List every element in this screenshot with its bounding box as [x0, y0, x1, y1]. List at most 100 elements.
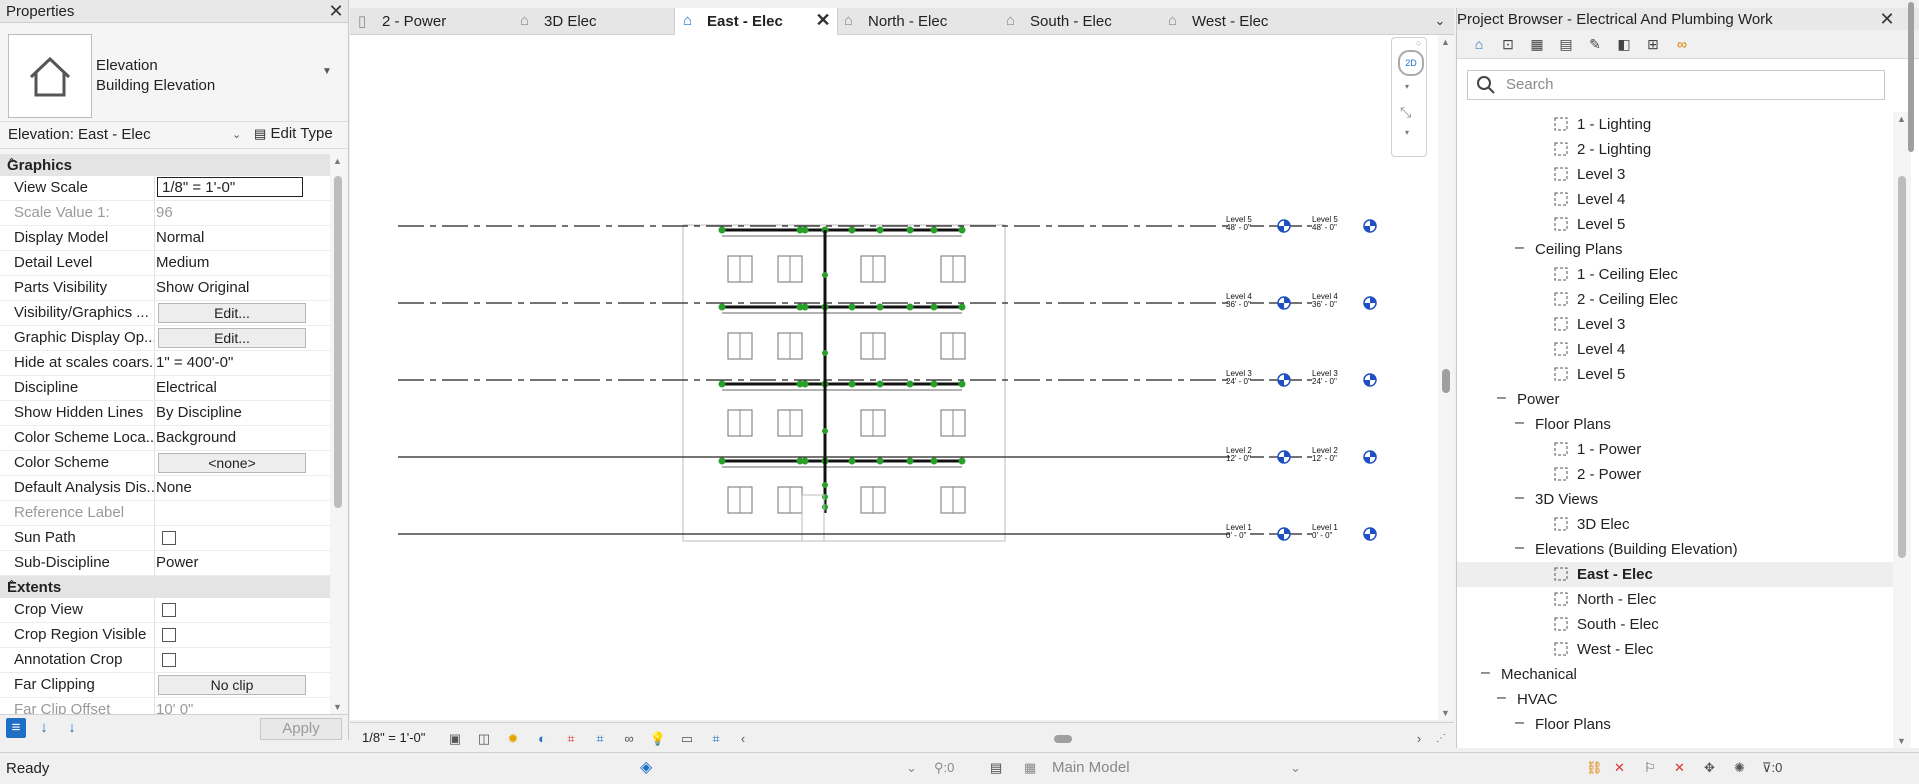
property-button[interactable]: Edit... [158, 328, 306, 348]
collapse-icon[interactable]: – [1515, 714, 1524, 732]
sort-descending-icon[interactable]: ↓ [62, 718, 82, 738]
steering-wheel-icon[interactable]: 2D [1398, 50, 1424, 76]
property-checkbox[interactable] [162, 603, 176, 617]
type-selector-thumbnail[interactable] [8, 34, 92, 118]
collapse-icon[interactable]: – [1497, 389, 1506, 407]
collapse-icon[interactable]: ⌃ [7, 578, 322, 591]
browser-item[interactable]: – HVAC [1457, 687, 1893, 712]
browser-item[interactable]: – Power [1457, 387, 1893, 412]
browser-item[interactable]: – Floor Plans [1457, 712, 1893, 737]
property-button[interactable]: <none> [158, 453, 306, 473]
browser-item[interactable]: 3D Elec [1457, 512, 1893, 537]
property-checkbox[interactable] [162, 531, 176, 545]
browser-item[interactable]: 1 - Power [1457, 437, 1893, 462]
browser-item[interactable]: West - Elec [1457, 637, 1893, 662]
scroll-up-icon[interactable]: ▲ [333, 156, 342, 166]
property-value[interactable]: Medium [156, 254, 306, 271]
show-crop-region-icon[interactable]: ⌗ [591, 730, 609, 748]
section-header[interactable]: Graphics ⌃ [0, 154, 330, 176]
section-header[interactable]: Extents ⌃ [0, 576, 330, 598]
active-model-label[interactable]: Main Model [1052, 759, 1130, 777]
collapse-icon[interactable]: – [1497, 689, 1506, 707]
scroll-left-icon[interactable]: ‹ [734, 730, 752, 748]
close-icon[interactable]: ○ [1416, 38, 1421, 48]
tab-list-dropdown-icon[interactable]: ⌄ [1432, 13, 1448, 29]
show-analytical-model-icon[interactable]: ⌗ [707, 730, 725, 748]
design-options-icon[interactable]: ◈ [640, 759, 652, 777]
browser-item[interactable]: –3D Views [1457, 487, 1893, 512]
group-icon[interactable]: ◧ [1614, 34, 1634, 54]
browser-item[interactable]: South - Elec [1457, 612, 1893, 637]
browser-item[interactable]: Level 3 [1457, 162, 1893, 187]
canvas-horizontal-scrollbar[interactable] [754, 731, 1424, 747]
browser-item[interactable]: – Floor Plans [1457, 412, 1893, 437]
visual-style-icon[interactable]: ◫ [475, 730, 493, 748]
chevron-down-icon[interactable]: ⌄ [232, 128, 241, 141]
browser-item[interactable]: 1 - Ceiling Elec [1457, 262, 1893, 287]
instance-filter[interactable]: Elevation: East - Elec [8, 126, 151, 143]
chevron-down-icon[interactable]: ⌄ [906, 759, 917, 777]
property-value[interactable]: Electrical [156, 379, 306, 396]
scroll-down-icon[interactable]: ▼ [1897, 736, 1906, 746]
collapse-icon[interactable]: ⌃ [7, 156, 322, 169]
close-icon[interactable]: ✕ [815, 11, 831, 29]
canvas-vertical-scrollbar[interactable]: ▲ ▼ [1438, 35, 1454, 720]
tab-east-elec[interactable]: ⌂ East - Elec ✕ [674, 8, 838, 35]
design-option-icon[interactable]: ▦ [1024, 759, 1036, 777]
chevron-down-icon[interactable]: ▾ [1405, 82, 1409, 91]
home-icon[interactable]: ⌂ [1469, 34, 1489, 54]
browser-item[interactable]: 2 - Lighting [1457, 137, 1893, 162]
temporary-hide-icon[interactable]: ∞ [620, 730, 638, 748]
property-value[interactable]: None [156, 479, 306, 496]
select-by-face-icon[interactable]: ✕ [1674, 759, 1685, 777]
collapse-icon[interactable]: – [1481, 664, 1490, 682]
property-value[interactable]: Background [156, 429, 306, 446]
view-icon[interactable]: ⊡ [1498, 34, 1518, 54]
temporary-properties-icon[interactable]: ▭ [678, 730, 696, 748]
collapse-icon[interactable]: – [1515, 414, 1524, 432]
scroll-right-icon[interactable]: › [1410, 730, 1428, 748]
crop-view-icon[interactable]: ⌗ [562, 730, 580, 748]
tab-south-elec[interactable]: ⌂ South - Elec [998, 8, 1160, 34]
browser-search-input[interactable]: Search [1467, 70, 1885, 100]
browser-item[interactable]: 2 - Power [1457, 462, 1893, 487]
browser-item[interactable]: East - Elec [1457, 562, 1893, 587]
browser-item[interactable]: Level 4 [1457, 187, 1893, 212]
scroll-down-icon[interactable]: ▼ [333, 702, 342, 712]
properties-scrollbar[interactable]: ▲ ▼ [330, 154, 346, 714]
chevron-down-icon[interactable]: ⌄ [1290, 759, 1301, 777]
edit-type-button[interactable]: ▤ Edit Type [254, 125, 333, 145]
resize-grip-icon[interactable]: ⋰ [1432, 730, 1450, 748]
property-value[interactable]: Power [156, 554, 306, 571]
properties-scroll-thumb[interactable] [334, 176, 342, 508]
scroll-down-icon[interactable]: ▼ [1441, 708, 1450, 718]
reveal-hidden-icon[interactable]: 💡 [649, 730, 667, 748]
property-button[interactable]: No clip [158, 675, 306, 695]
type-selector[interactable]: Elevation Building Elevation [96, 56, 215, 96]
sun-path-icon[interactable]: ✹ [504, 730, 522, 748]
browser-item[interactable]: – Elevations (Building Elevation) [1457, 537, 1893, 562]
property-value[interactable]: By Discipline [156, 404, 306, 421]
browser-item[interactable]: – Ceiling Plans [1457, 237, 1893, 262]
close-icon[interactable]: ✕ [328, 2, 344, 20]
property-button[interactable]: Edit... [158, 303, 306, 323]
property-value[interactable]: Show Original [156, 279, 306, 296]
apply-button[interactable]: Apply [260, 718, 342, 740]
tab-north-elec[interactable]: ⌂ North - Elec [836, 8, 998, 34]
drag-elements-icon[interactable]: ✥ [1704, 759, 1715, 777]
table-icon[interactable]: ▤ [1556, 34, 1576, 54]
collapse-icon[interactable]: – [1515, 239, 1524, 257]
select-links-icon[interactable]: ⛓ [1586, 759, 1603, 777]
browser-item[interactable]: – Mechanical [1457, 662, 1893, 687]
zoom-region-icon[interactable]: ⤡ [1400, 104, 1420, 124]
window-scroll-thumb[interactable] [1908, 2, 1914, 152]
tab-2-power[interactable]: ▯ 2 - Power [350, 8, 512, 34]
sheet-icon[interactable]: ⊞ [1643, 34, 1663, 54]
window-scrollbar[interactable] [1904, 0, 1919, 620]
select-underlay-icon[interactable]: ✕ [1614, 759, 1625, 777]
browser-item[interactable]: 1 - Lighting [1457, 112, 1893, 137]
filter-icon[interactable]: ⊽:0 [1762, 759, 1782, 777]
shadows-icon[interactable]: ◐ [533, 730, 551, 748]
canvas-vscroll-thumb[interactable] [1442, 369, 1450, 393]
browser-item[interactable]: 2 - Ceiling Elec [1457, 287, 1893, 312]
